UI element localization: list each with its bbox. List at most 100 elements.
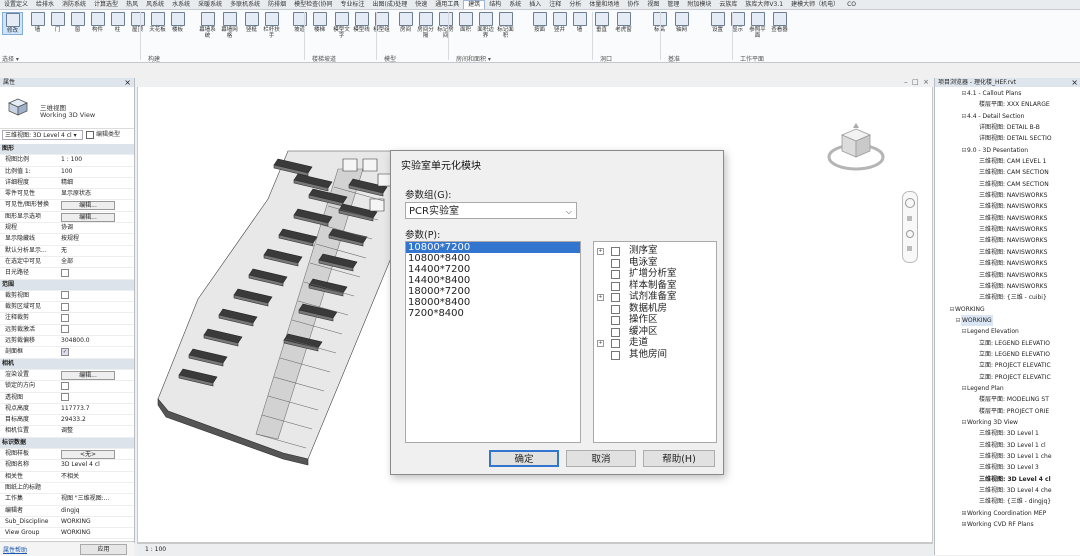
ribbon-button[interactable]: 面积边界 <box>476 12 495 39</box>
browser-item[interactable]: 楼层平面: PROJECT ORIE <box>935 406 1080 417</box>
browser-item[interactable]: ⊟9.0 - 3D Pesentation <box>935 145 1080 156</box>
browser-item[interactable]: 详图视图: DETAIL SECTIO <box>935 133 1080 144</box>
ribbon-button[interactable]: 墙 <box>28 12 47 33</box>
ribbon-tab[interactable]: 模型检查(协同 <box>290 0 336 9</box>
browser-item[interactable]: ⊟Working 3D View <box>935 417 1080 428</box>
ribbon-tab[interactable]: 出图(成)处理 <box>369 0 412 9</box>
ribbon-button[interactable]: 坡道 <box>290 12 309 33</box>
property-value[interactable]: 117773.7 <box>61 404 129 414</box>
checkbox[interactable] <box>611 258 620 268</box>
property-value[interactable] <box>61 325 129 335</box>
ribbon-button[interactable]: 天花板 <box>148 12 167 33</box>
property-value[interactable]: 全部 <box>61 257 129 267</box>
property-row[interactable]: View Group WORKING <box>0 528 134 540</box>
property-value[interactable] <box>61 291 129 301</box>
property-row[interactable]: 详细程度 精细 <box>0 178 134 190</box>
ribbon-button[interactable]: 楼梯 <box>310 12 329 33</box>
ribbon-tab[interactable]: 设置定义 <box>0 0 32 9</box>
property-value[interactable]: 调整 <box>61 426 129 436</box>
property-row[interactable]: 显示隐藏线 按规程 <box>0 234 134 246</box>
ribbon-tab[interactable]: 视图 <box>643 0 663 9</box>
property-edit-button[interactable]: <无> <box>61 450 115 460</box>
ribbon-button[interactable]: 楼板 <box>168 12 187 33</box>
property-row[interactable]: 编辑者 dingjq <box>0 506 134 517</box>
ribbon-button[interactable]: 轴网 <box>672 12 691 33</box>
property-row[interactable]: 视图样板 <无> <box>0 449 134 461</box>
checkbox[interactable] <box>61 268 69 277</box>
property-value[interactable]: 编辑... <box>61 370 129 380</box>
property-value[interactable]: 显示原状态 <box>61 189 129 199</box>
ribbon-button[interactable]: 显示 <box>728 12 747 33</box>
ribbon-tab[interactable]: 云族库 <box>715 0 741 9</box>
property-row[interactable]: 远剪裁偏移 304800.0 <box>0 336 134 348</box>
ribbon-tab[interactable]: 采暖系统 <box>194 0 226 9</box>
property-row[interactable]: 比例值 1: 100 <box>0 167 134 178</box>
checkbox[interactable] <box>611 316 620 325</box>
checkbox[interactable] <box>611 339 620 348</box>
ribbon-button[interactable]: 参照平面 <box>748 12 767 39</box>
checkbox[interactable] <box>61 381 69 390</box>
property-value[interactable]: 不相关 <box>61 472 129 482</box>
help-button[interactable]: 帮助(H) <box>643 450 715 467</box>
browser-item[interactable]: 三维视图: 3D Level 1 <box>935 428 1080 439</box>
ribbon-tab[interactable]: 热风 <box>122 0 142 9</box>
checkbox[interactable] <box>61 302 69 311</box>
property-row[interactable]: 剖面框 ✓ <box>0 347 134 359</box>
property-value[interactable]: 编辑... <box>61 200 129 211</box>
property-row[interactable]: 相关性 不相关 <box>0 472 134 483</box>
property-value[interactable]: 视图 "三维视图:... <box>61 494 129 504</box>
property-value[interactable]: 无 <box>61 246 129 256</box>
ribbon-tab[interactable]: 族库大师V3.1 <box>741 0 787 9</box>
ribbon-tab[interactable]: 附加模块 <box>683 0 715 9</box>
property-row[interactable]: 注释裁剪 <box>0 313 134 325</box>
property-row[interactable]: 裁剪视图 <box>0 291 134 303</box>
property-value[interactable]: 精细 <box>61 178 129 188</box>
property-row[interactable]: 零件可见性 显示原状态 <box>0 189 134 201</box>
checkbox[interactable] <box>611 281 620 291</box>
property-row[interactable]: 默认分析显示... 无 <box>0 246 134 257</box>
ribbon-tab[interactable]: 多联机系统 <box>226 0 264 9</box>
browser-item[interactable]: 三维视图: NAVISWORKS <box>935 235 1080 246</box>
checkbox[interactable] <box>61 291 69 300</box>
checkbox[interactable] <box>61 325 69 334</box>
ribbon-button[interactable]: 构件 <box>88 12 107 33</box>
expand-icon[interactable]: + <box>597 339 604 347</box>
browser-item[interactable]: 三维视图: 3D Level 1 che <box>935 451 1080 462</box>
ribbon-button[interactable]: 幕墙网格 <box>220 12 239 39</box>
property-row[interactable]: 视图名称 3D Level 4 cl <box>0 460 134 472</box>
property-row[interactable]: 视点高度 117773.7 <box>0 404 134 416</box>
ribbon-tab[interactable]: 建模大师（机电） <box>787 0 843 9</box>
window-controls-icon[interactable]: – □ × <box>904 78 929 87</box>
ribbon-button[interactable]: 窗 <box>68 12 87 33</box>
param-group-select[interactable]: PCR实验室 ⌵ <box>405 202 577 219</box>
ribbon-button[interactable]: 墙 <box>570 12 589 33</box>
ribbon-button[interactable]: 幕墙系统 <box>198 12 217 39</box>
view-scale[interactable]: 1 : 100 <box>145 546 166 553</box>
rooms-tree[interactable]: + 测序室 电泳室 扩增分析室 样本制备室 + 试剂准备室 数据机房 操作区 缓冲区 + 走道 其他房间 <box>593 241 717 443</box>
ok-button[interactable]: 确定 <box>489 450 559 467</box>
property-value[interactable]: 协调 <box>61 223 129 233</box>
browser-item[interactable]: 三维视图: 3D Level 3 <box>935 462 1080 473</box>
room-tree-item[interactable]: 操作区 <box>594 314 716 326</box>
property-value[interactable]: <无> <box>61 449 129 460</box>
param-list-item[interactable]: 14400*7200 <box>406 264 580 275</box>
ribbon-tab[interactable]: 结构 <box>485 0 505 9</box>
browser-item[interactable]: 三维视图: 3D Level 1 cl <box>935 440 1080 451</box>
property-row[interactable]: 规程 协调 <box>0 223 134 235</box>
property-value[interactable]: 29433.2 <box>61 415 129 425</box>
property-row[interactable]: Sub_Discipline WORKING <box>0 517 134 529</box>
ribbon-tab[interactable]: 专业标注 <box>337 0 369 9</box>
property-value[interactable]: WORKING <box>61 517 129 527</box>
ribbon-tab[interactable]: 体量和场地 <box>585 0 623 9</box>
ribbon-tab[interactable]: 插入 <box>525 0 545 9</box>
orbit-icon[interactable] <box>907 246 912 251</box>
browser-item[interactable]: 三维视图: {三维 - dingjq} <box>935 496 1080 507</box>
room-tree-item[interactable]: 缓冲区 <box>594 326 716 338</box>
property-row[interactable]: 远剪裁激活 <box>0 325 134 337</box>
room-tree-item[interactable]: + 测序室 <box>594 245 716 257</box>
properties-help-link[interactable]: 属性帮助 <box>3 545 27 554</box>
property-row[interactable]: 裁剪区域可见 <box>0 302 134 314</box>
property-value[interactable] <box>61 393 129 403</box>
ribbon-tab[interactable]: 计算选型 <box>90 0 122 9</box>
checkbox[interactable] <box>611 327 620 337</box>
